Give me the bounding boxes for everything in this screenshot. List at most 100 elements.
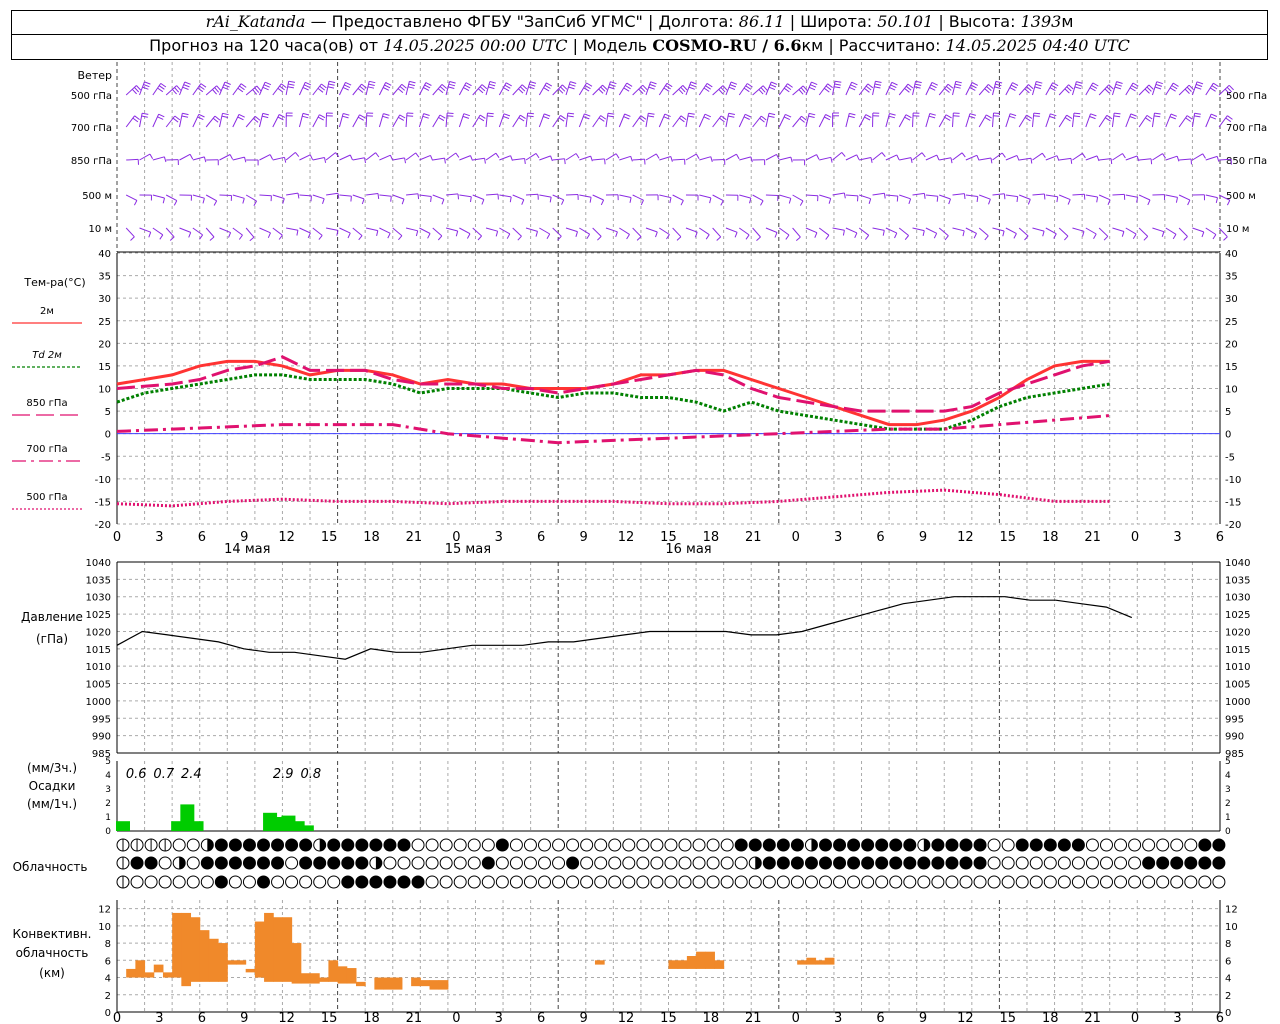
wind-barb-icon [1178, 84, 1190, 96]
cloud-cover-icon [790, 856, 804, 870]
pressure-tick-left: 1015 [86, 645, 111, 656]
wind-barb-icon [455, 152, 460, 158]
legend-label: 500 гПа [26, 492, 67, 503]
wind-barb-icon [885, 154, 897, 161]
wind-barb-icon [590, 155, 593, 162]
wind-barb-icon [405, 152, 417, 161]
cloud-cover-icon [130, 875, 144, 889]
wind-barb-icon [712, 159, 725, 161]
wind-barb-icon [912, 192, 925, 196]
pressure-tick-left: 1000 [86, 697, 111, 708]
wind-barb-icon [925, 227, 937, 234]
cloud-cover-icon [1043, 875, 1057, 889]
precip-tick-right: 0 [1225, 827, 1231, 837]
wind-barb-icon [1125, 155, 1138, 161]
wind-barb-icon [995, 83, 1002, 87]
hour-tick-label-bottom: 0 [792, 1011, 800, 1024]
wind-barb-icon [359, 85, 366, 91]
cloud-cover-icon [636, 875, 650, 889]
cloud-cover-icon [580, 838, 594, 852]
cloud-cover-icon [355, 856, 369, 870]
cloud-cover-icon [1100, 856, 1113, 870]
wind-barb-icon [685, 113, 689, 128]
cloud-cover-icon [481, 838, 495, 852]
hour-tick-label-bottom: 6 [537, 1011, 545, 1024]
wind-barb-icon [535, 231, 538, 237]
cloud-cover-icon [664, 838, 678, 852]
cloud-cover-icon [931, 838, 945, 852]
cloud-cover-icon [945, 875, 959, 889]
conv-tick-right: 12 [1225, 905, 1238, 916]
wind-barb-icon [232, 156, 245, 161]
temp-tick-right: -5 [1225, 452, 1235, 463]
wind-barb-icon [672, 158, 685, 161]
wind-barb-icon [952, 112, 954, 128]
wind-barb-icon [1151, 81, 1158, 96]
wind-barb-icon [705, 85, 711, 90]
wind-barb-icon [518, 88, 524, 94]
wind-barb-icon [152, 113, 160, 128]
wind-barb-icon [441, 84, 448, 89]
temp-tick-right: 20 [1225, 339, 1238, 350]
wind-barb-icon [543, 87, 550, 92]
wind-barb-icon [1036, 81, 1043, 84]
cloud-cover-icon [130, 856, 144, 870]
cloud-cover-icon [734, 856, 748, 870]
wind-barb-icon [259, 154, 271, 161]
wind-barb-icon [228, 232, 232, 238]
cloud-cover-icon [622, 838, 636, 852]
wind-barb-icon [624, 113, 631, 117]
wind-barb-icon [605, 81, 611, 96]
wind-barb-icon [142, 112, 149, 115]
wind-barb-icon [1032, 227, 1045, 232]
wind-barb-icon [415, 152, 420, 158]
convective-bar [714, 960, 725, 969]
cloud-cover-icon [903, 838, 917, 852]
wind-barb-icon [730, 81, 738, 85]
wind-barb-icon [1114, 86, 1122, 90]
wind-barb-icon [232, 194, 245, 199]
wind-barb-icon [1009, 113, 1017, 117]
wind-barb-icon [655, 153, 660, 159]
wind-barb-icon [249, 236, 255, 242]
wind-barb-icon [425, 82, 432, 86]
cloud-cover-icon [172, 838, 186, 852]
wind-barb-icon [455, 230, 459, 237]
wind-barb-icon [744, 113, 752, 118]
wind-barb-icon [179, 81, 186, 96]
cloud-cover-icon [299, 838, 313, 852]
wind-barb-icon [1072, 227, 1085, 232]
wind-barb-icon [325, 152, 336, 161]
cloud-cover-icon [1198, 875, 1212, 889]
wind-barb-icon [882, 230, 885, 236]
wind-barb-icon [521, 84, 528, 90]
pressure-tick-right: 990 [1225, 732, 1244, 743]
cloud-cover-icon [973, 838, 987, 852]
wind-barb-icon [459, 194, 472, 198]
convective-bar [291, 943, 302, 984]
wind-barb-icon [459, 227, 471, 235]
cloud-cover-icon [1043, 856, 1057, 870]
wind-barb-icon [645, 81, 652, 96]
wind-barb-icon [1010, 84, 1017, 89]
cloud-cover-icon [509, 838, 523, 852]
wind-barb-icon [505, 82, 512, 87]
cloud-cover-icon [186, 875, 200, 889]
wind-barb-icon [768, 86, 776, 91]
wind-barb-icon [399, 86, 406, 91]
wind-barb-icon [1076, 81, 1083, 84]
wind-barb-icon [698, 113, 706, 128]
wind-barb-icon [284, 157, 287, 163]
wind-barb-icon [647, 115, 655, 118]
convective-bar [696, 951, 706, 969]
cloud-cover-icon [1001, 875, 1015, 889]
wind-barb-icon [771, 81, 778, 85]
wind-barb-icon [994, 86, 1001, 89]
cloud-cover-icon [397, 856, 411, 870]
wind-barb-icon [1202, 153, 1206, 159]
convective-bar [355, 981, 366, 987]
cloud-cover-icon [678, 838, 692, 852]
wind-barb-icon [487, 115, 494, 117]
wind-barb-icon [725, 227, 738, 233]
wind-barb-icon [750, 156, 753, 163]
